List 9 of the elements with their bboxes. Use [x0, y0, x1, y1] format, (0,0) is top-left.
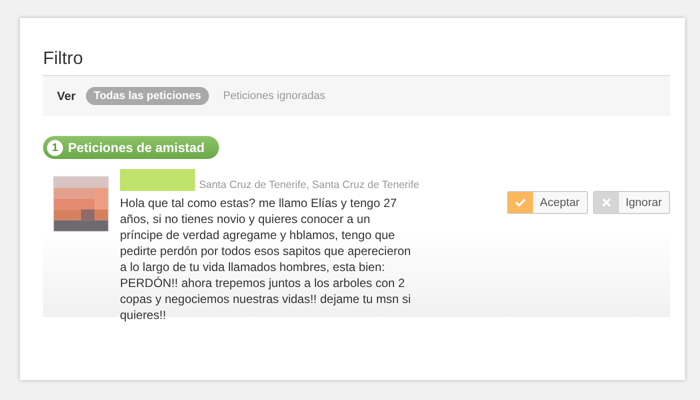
request-message: Hola que tal como estas? me llamo Elías y tengo 27 años, si no tienes novio y quieres conocer a un príncipe de verdad agregame y hblamos, tengo que pedirte perdón por todos esos sapitos que aperecieron a lo largo de tu vida llamados hombres, esta bien: PERDÓN!! ahora trepemos juntos a los arboles con 2 copas y negociemos nuestras vidas!! dejame tu msn si quieres!! [120, 195, 412, 323]
location-text: Santa Cruz de Tenerife, Santa Cruz de Tenerife [199, 179, 420, 191]
check-icon [514, 198, 526, 207]
count-badge: 1 [47, 140, 63, 156]
accept-button[interactable]: Aceptar [506, 191, 588, 214]
filter-label: Ver [57, 89, 76, 103]
ignore-button[interactable]: Ignorar [592, 191, 670, 214]
section-title: Peticiones de amistad [68, 140, 205, 155]
close-icon [602, 198, 611, 207]
